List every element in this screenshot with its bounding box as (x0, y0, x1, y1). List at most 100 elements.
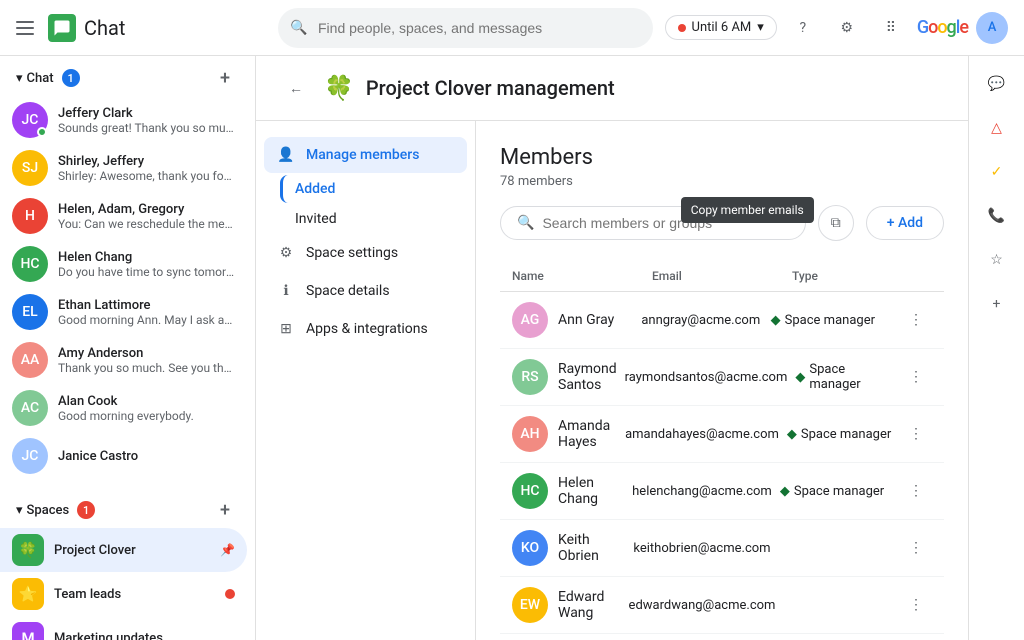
new-space-button[interactable]: + (211, 496, 239, 524)
chat-item[interactable]: H Helen, Adam, Gregory You: Can we resch… (0, 192, 247, 240)
space-header-title: Project Clover management (366, 76, 615, 100)
chat-item[interactable]: EL Ethan Lattimore Good morning Ann. May… (0, 288, 247, 336)
chat-section-label: Chat (27, 71, 54, 86)
meet-dot (678, 24, 686, 32)
space-item[interactable]: M Marketing updates (0, 616, 247, 640)
sidebar: ▾ Chat 1 + JC Jeffery Clark Sounds great… (0, 56, 256, 640)
member-email: helenchang@acme.com (632, 484, 772, 499)
chat-item[interactable]: HC Helen Chang Do you have time to sync … (0, 240, 247, 288)
chat-item[interactable]: SJ Shirley, Jeffery Shirley: Awesome, th… (0, 144, 247, 192)
sub-nav-invited[interactable]: Invited (280, 205, 467, 233)
space-nav-space-details[interactable]: ℹ Space details (264, 273, 467, 309)
topbar-right: Until 6 AM ▾ ? ⚙ ⠿ Google A (665, 10, 1008, 46)
spaces-collapse-icon[interactable]: ▾ (16, 503, 23, 518)
member-avatar: RS (512, 359, 548, 395)
members-content: Members 78 members 🔍 ⧉ Copy member email… (476, 121, 968, 640)
meet-badge[interactable]: Until 6 AM ▾ (665, 15, 777, 40)
member-type: ◆ Space manager (787, 427, 892, 442)
chat-item-preview: Do you have time to sync tomorrow mori..… (58, 265, 235, 279)
app-title: Chat (84, 16, 125, 40)
settings-button[interactable]: ⚙ (829, 10, 865, 46)
right-panel-star-button[interactable]: ☆ (977, 240, 1017, 280)
right-panel-call-button[interactable]: 📞 (977, 196, 1017, 236)
space-item-right (225, 589, 235, 599)
member-more-button[interactable]: ⋮ (900, 361, 932, 393)
search-input[interactable] (278, 8, 653, 48)
member-type-label: Space manager (801, 427, 891, 442)
sub-nav: AddedInvited (280, 175, 467, 233)
member-avatar: HC (512, 473, 548, 509)
meet-label: Until 6 AM (692, 20, 752, 35)
add-member-button[interactable]: + Add (866, 206, 944, 240)
space-nav-apps-integrations[interactable]: ⊞ Apps & integrations (264, 311, 467, 347)
hamburger-button[interactable] (16, 16, 40, 40)
member-more-button[interactable]: ⋮ (900, 304, 932, 336)
chat-item[interactable]: AA Amy Anderson Thank you so much. See y… (0, 336, 247, 384)
chat-avatar: EL (12, 294, 48, 330)
member-more-button[interactable]: ⋮ (900, 475, 932, 507)
member-type: ◆ Space manager (795, 362, 892, 392)
member-more-button[interactable]: ⋮ (900, 532, 932, 564)
member-name-cell: HC Helen Chang (512, 473, 624, 509)
space-nav-icon: ⚙ (276, 243, 296, 263)
space-manager-badge: ◆ (771, 313, 781, 328)
chat-item-name: Jeffery Clark (58, 106, 235, 121)
apps-button[interactable]: ⠿ (873, 10, 909, 46)
right-panel-tasks-button[interactable]: ✓ (977, 152, 1017, 192)
chat-avatar: SJ (12, 150, 48, 186)
right-sidebar-icons: 💬 △ ✓ 📞 ☆ + (968, 56, 1024, 640)
space-item[interactable]: 🍀 Project Clover 📌 (0, 528, 247, 572)
member-email: keithobrien@acme.com (633, 541, 770, 556)
spaces-badge: 1 (77, 501, 95, 519)
help-button[interactable]: ? (785, 10, 821, 46)
chat-avatar: JC (12, 438, 48, 474)
space-manager-badge: ◆ (795, 370, 805, 385)
right-panel-add-button[interactable]: + (977, 284, 1017, 324)
spaces-list: 🍀 Project Clover 📌 ⭐ Team leads M Market… (0, 528, 255, 640)
chat-item-text: Ethan Lattimore Good morning Ann. May I … (58, 298, 235, 327)
member-more-button[interactable]: ⋮ (900, 589, 932, 621)
space-nav: 👤 Manage members AddedInvited ⚙ Space se… (256, 121, 476, 640)
chat-item[interactable]: JC Janice Castro (0, 432, 247, 480)
chat-item-preview: Shirley: Awesome, thank you for the... (58, 169, 235, 183)
app-logo (48, 14, 76, 42)
chat-collapse-icon[interactable]: ▾ (16, 71, 23, 86)
spaces-section-header: ▾ Spaces 1 + (0, 488, 255, 528)
user-avatar[interactable]: A (976, 12, 1008, 44)
member-more-button[interactable]: ⋮ (900, 418, 932, 450)
new-chat-button[interactable]: + (211, 64, 239, 92)
space-nav-label: Apps & integrations (306, 321, 428, 337)
topbar-left: Chat (16, 14, 266, 42)
right-panel-drive-button[interactable]: △ (977, 108, 1017, 148)
member-email: anngray@acme.com (641, 313, 762, 328)
space-nav-space-settings[interactable]: ⚙ Space settings (264, 235, 467, 271)
space-item-icon: 🍀 (12, 534, 44, 566)
right-panel-chat-button[interactable]: 💬 (977, 64, 1017, 104)
col-email: Email (652, 269, 784, 283)
chat-avatar: HC (12, 246, 48, 282)
chat-item-text: Shirley, Jeffery Shirley: Awesome, thank… (58, 154, 235, 183)
space-item-name: Team leads (54, 587, 215, 602)
member-type: ◆ Space manager (780, 484, 892, 499)
member-avatar: EW (512, 587, 548, 623)
chat-item[interactable]: AC Alan Cook Good morning everybody. (0, 384, 247, 432)
unread-dot (225, 589, 235, 599)
chat-item-text: Janice Castro (58, 449, 235, 464)
chat-item-preview: Thank you so much. See you there. (58, 361, 235, 375)
chat-section-header: ▾ Chat 1 + (0, 56, 255, 96)
member-type: ◆ Space manager (771, 313, 892, 328)
search-members-icon: 🔍 (517, 215, 534, 231)
back-button[interactable]: ← (280, 72, 312, 104)
member-type-label: Space manager (785, 313, 875, 328)
chat-item[interactable]: JC Jeffery Clark Sounds great! Thank you… (0, 96, 247, 144)
space-item-name: Project Clover (54, 543, 210, 558)
member-avatar: AG (512, 302, 548, 338)
copy-emails-button[interactable]: ⧉ (818, 205, 854, 241)
member-name: Helen Chang (558, 475, 624, 507)
space-nav-manage-members[interactable]: 👤 Manage members (264, 137, 467, 173)
sub-nav-added[interactable]: Added (280, 175, 467, 203)
table-row: KO Keith Obrien keithobrien@acme.com ⋮ (500, 520, 944, 577)
chat-item-name: Janice Castro (58, 449, 235, 464)
space-item[interactable]: ⭐ Team leads (0, 572, 247, 616)
chat-item-name: Ethan Lattimore (58, 298, 235, 313)
